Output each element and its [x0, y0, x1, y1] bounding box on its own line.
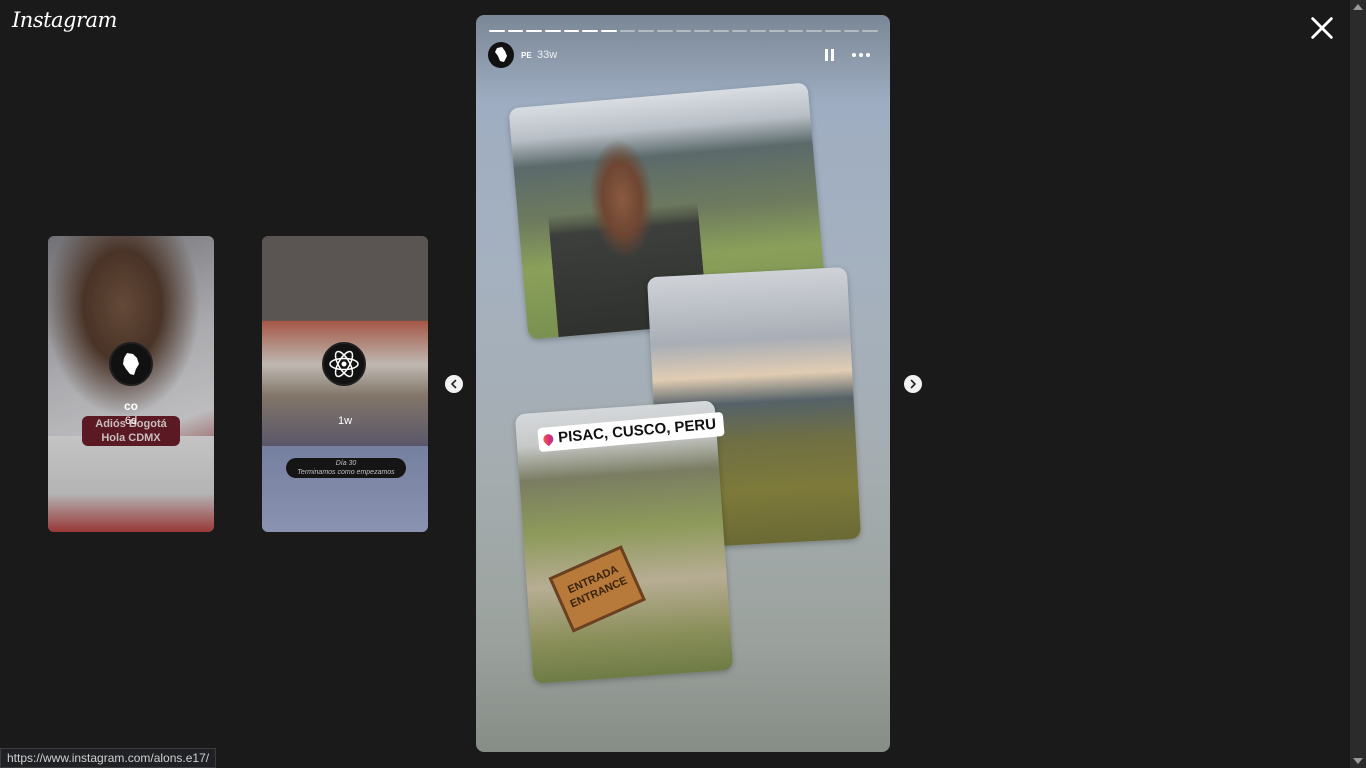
chevron-right-icon: [910, 379, 916, 389]
pause-button[interactable]: [825, 49, 837, 61]
pause-icon: [825, 49, 828, 61]
progress-segment: [601, 30, 617, 32]
preview-avatar: [322, 342, 366, 386]
preview-time: 6d: [124, 415, 138, 427]
preview-time: 1w: [337, 415, 353, 427]
progress-segment: [638, 30, 655, 32]
progress-segment: [507, 30, 524, 32]
entrance-sign: ENTRADA ENTRANCE: [548, 545, 646, 633]
progress-segment: [787, 30, 804, 32]
progress-segment: [731, 30, 748, 32]
previous-story-button[interactable]: [445, 375, 463, 393]
story-preview-1[interactable]: Adiós Bogotá Hola CDMX co 6d: [48, 236, 214, 532]
instagram-logo[interactable]: Instagram: [12, 8, 117, 32]
progress-segment: [657, 30, 673, 32]
chevron-left-icon: [451, 379, 457, 389]
progress-segment: [582, 30, 599, 32]
progress-segment: [769, 30, 785, 32]
story-time: 33w: [537, 49, 558, 61]
progress-segment: [563, 30, 580, 32]
progress-segment: [619, 30, 636, 32]
progress-segment: [750, 30, 767, 32]
progress-segment: [675, 30, 692, 32]
story-header: PE 33w: [488, 42, 878, 68]
progress-segment: [825, 30, 841, 32]
page-scrollbar[interactable]: [1350, 0, 1366, 768]
progress-segment: [713, 30, 729, 32]
close-icon: [1311, 17, 1333, 39]
story-viewer: Instagram Adiós Bogotá Hola CDMX co 6d D…: [0, 0, 1366, 768]
close-button[interactable]: [1308, 14, 1336, 42]
next-story-button[interactable]: [904, 375, 922, 393]
progress-segment: [489, 30, 505, 32]
peru-map-icon: [495, 47, 507, 62]
story-username[interactable]: PE: [521, 51, 532, 60]
story-preview-2[interactable]: Día 30 Terminamos como empezamos 1w: [262, 236, 428, 532]
colombia-map-icon: [123, 353, 139, 375]
story-progress-bar: [489, 30, 879, 32]
status-bar-url: https://www.instagram.com/alons.e17/: [0, 748, 217, 768]
preview-avatar: [109, 342, 153, 386]
progress-segment: [862, 30, 879, 32]
scroll-up-icon[interactable]: [1353, 4, 1363, 10]
preview-username: co: [123, 399, 138, 413]
scroll-down-icon[interactable]: [1353, 758, 1363, 764]
progress-segment: [526, 30, 543, 32]
location-pin-icon: [541, 432, 556, 447]
more-horizontal-icon: [852, 53, 856, 57]
progress-segment: [545, 30, 561, 32]
progress-segment: [694, 30, 711, 32]
progress-segment: [806, 30, 823, 32]
active-story[interactable]: PE 33w ENTRADA ENTRANCE PISAC, CUSCO, PE…: [476, 15, 890, 752]
more-options-button[interactable]: [852, 48, 872, 62]
progress-segment: [843, 30, 860, 32]
atom-icon: [329, 350, 359, 378]
story-avatar[interactable]: [488, 42, 514, 68]
